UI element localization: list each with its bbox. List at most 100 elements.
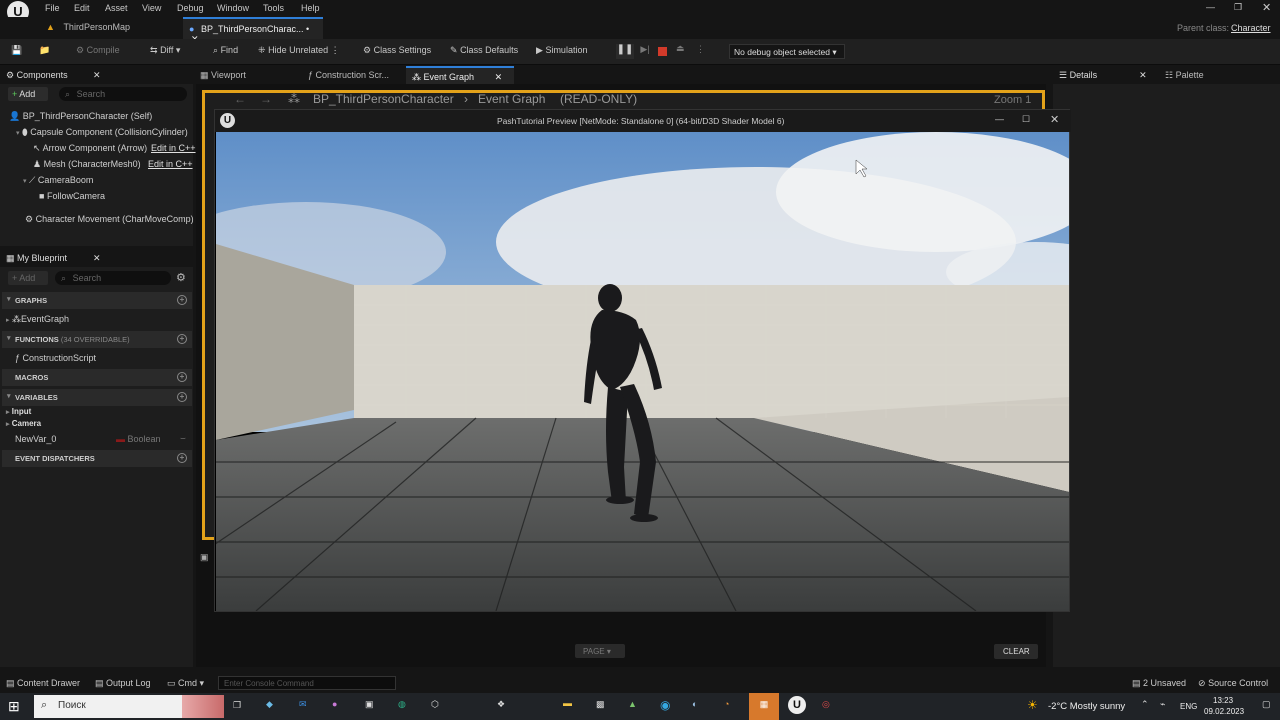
- tab-palette[interactable]: ☷ Palette: [1165, 70, 1204, 81]
- panel-close-icon[interactable]: ✕: [93, 253, 101, 264]
- windows-start-icon[interactable]: ⊞: [8, 698, 20, 715]
- save-icon[interactable]: 💾: [11, 45, 22, 56]
- app-icon[interactable]: ◍: [398, 699, 406, 710]
- hide-unrelated-button[interactable]: ⁜ Hide Unrelated ⋮: [258, 45, 340, 56]
- source-control-button[interactable]: ⊘ Source Control: [1198, 678, 1268, 689]
- app-icon[interactable]: ●: [332, 699, 337, 709]
- add-macro-icon[interactable]: +: [177, 372, 187, 382]
- class-defaults-button[interactable]: ✎ Class Defaults: [450, 45, 518, 56]
- simulation-button[interactable]: ▶ Simulation: [536, 45, 587, 56]
- cmd-dropdown[interactable]: ▭ Cmd ▾: [167, 678, 204, 689]
- component-arrow[interactable]: ↖ Arrow Component (Arrow): [33, 143, 147, 154]
- component-self[interactable]: 👤 BP_ThirdPersonCharacter (Self): [9, 111, 152, 122]
- output-log-button[interactable]: ▤ Output Log: [95, 678, 151, 689]
- app-icon[interactable]: ◎: [822, 699, 830, 710]
- show-hidden-icons[interactable]: ⌃: [1141, 699, 1149, 710]
- add-member-button[interactable]: + Add: [8, 271, 48, 285]
- app-icon[interactable]: ❖: [497, 699, 505, 710]
- steam-icon[interactable]: ◐: [692, 699, 697, 709]
- menu-view[interactable]: View: [142, 3, 161, 13]
- blender-icon[interactable]: ◔: [724, 699, 729, 709]
- graphs-section[interactable]: ▾ GRAPHS +: [2, 292, 192, 309]
- function-construction-script[interactable]: ƒ ConstructionScript: [15, 353, 96, 363]
- tab-third-person-map[interactable]: ▲ ThirdPersonMap: [40, 17, 180, 39]
- pause-button[interactable]: ❚❚: [616, 44, 634, 59]
- app-icon[interactable]: ▣: [365, 699, 374, 710]
- console-command-input[interactable]: Enter Console Command: [218, 676, 396, 690]
- notifications-icon[interactable]: ▢: [1262, 699, 1271, 710]
- find-button[interactable]: ⌕ Find: [213, 45, 238, 56]
- tab-construction-script[interactable]: ƒ Construction Scr...: [308, 70, 389, 80]
- variable-type[interactable]: ▬ Boolean: [116, 434, 161, 444]
- page-dropdown[interactable]: PAGE ▾: [575, 644, 625, 658]
- graph-side-icon[interactable]: ▣: [200, 552, 209, 563]
- panel-close-icon[interactable]: ✕: [93, 70, 101, 81]
- blueprint-search-input[interactable]: ⌕ Search: [55, 271, 171, 285]
- menu-asset[interactable]: Asset: [105, 3, 128, 13]
- tab-bp-third-person-character[interactable]: ● BP_ThirdPersonCharac... • ✕: [183, 17, 323, 44]
- component-character-movement[interactable]: ⚙ Character Movement (CharMoveComp): [25, 214, 194, 225]
- mail-icon[interactable]: ✉: [299, 699, 307, 710]
- settings-gear-icon[interactable]: ⚙: [176, 271, 186, 284]
- eye-icon[interactable]: ⌣: [180, 433, 186, 444]
- stop-button[interactable]: [658, 47, 667, 56]
- variable-category-input[interactable]: ▸ Input: [6, 407, 31, 416]
- tab-viewport[interactable]: ▦ Viewport: [200, 70, 246, 81]
- tab-details[interactable]: ☰ Details ✕: [1059, 70, 1147, 81]
- app-icon[interactable]: ▲: [628, 699, 637, 709]
- minimize-icon[interactable]: —: [995, 114, 1004, 124]
- compile-button[interactable]: ⚙ Compile: [76, 45, 120, 56]
- app-icon[interactable]: ◆: [266, 699, 273, 710]
- eject-icon[interactable]: ⏏: [676, 43, 685, 54]
- menu-file[interactable]: File: [45, 3, 60, 13]
- game-window-titlebar[interactable]: U PashTutorial Preview [NetMode: Standal…: [215, 110, 1071, 132]
- maximize-icon[interactable]: ☐: [1022, 114, 1030, 125]
- unreal-taskbar-icon[interactable]: U: [788, 696, 806, 714]
- folder-icon[interactable]: ▬: [563, 698, 572, 708]
- menu-debug[interactable]: Debug: [177, 3, 204, 13]
- browse-icon[interactable]: 📁: [39, 45, 50, 56]
- variables-section[interactable]: ▾ VARIABLES +: [2, 389, 192, 406]
- menu-tools[interactable]: Tools: [263, 3, 284, 13]
- menu-window[interactable]: Window: [217, 3, 249, 13]
- forward-arrow-icon[interactable]: →: [260, 92, 272, 106]
- clock-time[interactable]: 13:23: [1213, 696, 1233, 705]
- weather-text[interactable]: -2°C Mostly sunny: [1048, 701, 1125, 712]
- components-search-input[interactable]: ⌕ Search: [59, 87, 187, 101]
- minimize-icon[interactable]: —: [1206, 2, 1215, 12]
- edit-in-cpp-link[interactable]: Edit in C++: [148, 159, 193, 169]
- app-icon[interactable]: ▩: [596, 699, 605, 710]
- close-icon[interactable]: ✕: [1050, 113, 1059, 126]
- macros-section[interactable]: MACROS +: [2, 369, 192, 386]
- debug-options-icon[interactable]: ⋮: [696, 44, 705, 55]
- step-button[interactable]: ▶|: [637, 44, 653, 59]
- clock-date[interactable]: 09.02.2023: [1204, 707, 1244, 716]
- add-dispatcher-icon[interactable]: +: [177, 453, 187, 463]
- taskbar-search-input[interactable]: ⌕ Поиск: [34, 695, 224, 718]
- unsaved-button[interactable]: ▤ 2 Unsaved: [1132, 678, 1186, 689]
- back-arrow-icon[interactable]: ←: [234, 92, 246, 106]
- clear-button[interactable]: CLEAR: [994, 644, 1038, 659]
- game-preview-window[interactable]: U PashTutorial Preview [NetMode: Standal…: [214, 109, 1071, 612]
- component-camera-boom[interactable]: ▾ ⟋ CameraBoom: [23, 175, 93, 186]
- app-icon-active[interactable]: ▦: [749, 693, 779, 720]
- network-icon[interactable]: ⌁: [1160, 699, 1165, 710]
- variable-newvar[interactable]: NewVar_0: [15, 434, 56, 444]
- close-icon[interactable]: ✕: [1262, 1, 1271, 14]
- tab-close-icon[interactable]: ✕: [495, 72, 503, 82]
- tab-close-icon[interactable]: ✕: [1139, 70, 1147, 80]
- graph-event-graph[interactable]: ▸ ⁂EventGraph: [6, 314, 69, 325]
- add-variable-icon[interactable]: +: [177, 392, 187, 402]
- variable-category-camera[interactable]: ▸ Camera: [6, 419, 41, 428]
- component-follow-camera[interactable]: ■ FollowCamera: [39, 191, 105, 201]
- functions-section[interactable]: ▾ FUNCTIONS (34 OVERRIDABLE) +: [2, 331, 192, 348]
- game-viewport[interactable]: [216, 132, 1069, 611]
- content-drawer-button[interactable]: ▤ Content Drawer: [6, 678, 80, 689]
- app-icon[interactable]: ⬡: [431, 699, 439, 710]
- task-view-icon[interactable]: ❐: [233, 700, 241, 711]
- edit-in-cpp-link[interactable]: Edit in C++: [151, 143, 196, 153]
- menu-help[interactable]: Help: [301, 3, 320, 13]
- component-capsule[interactable]: ▾ ⬮ Capsule Component (CollisionCylinder…: [16, 127, 188, 138]
- restore-icon[interactable]: ❐: [1234, 2, 1242, 13]
- component-mesh[interactable]: ♟ Mesh (CharacterMesh0): [33, 159, 141, 170]
